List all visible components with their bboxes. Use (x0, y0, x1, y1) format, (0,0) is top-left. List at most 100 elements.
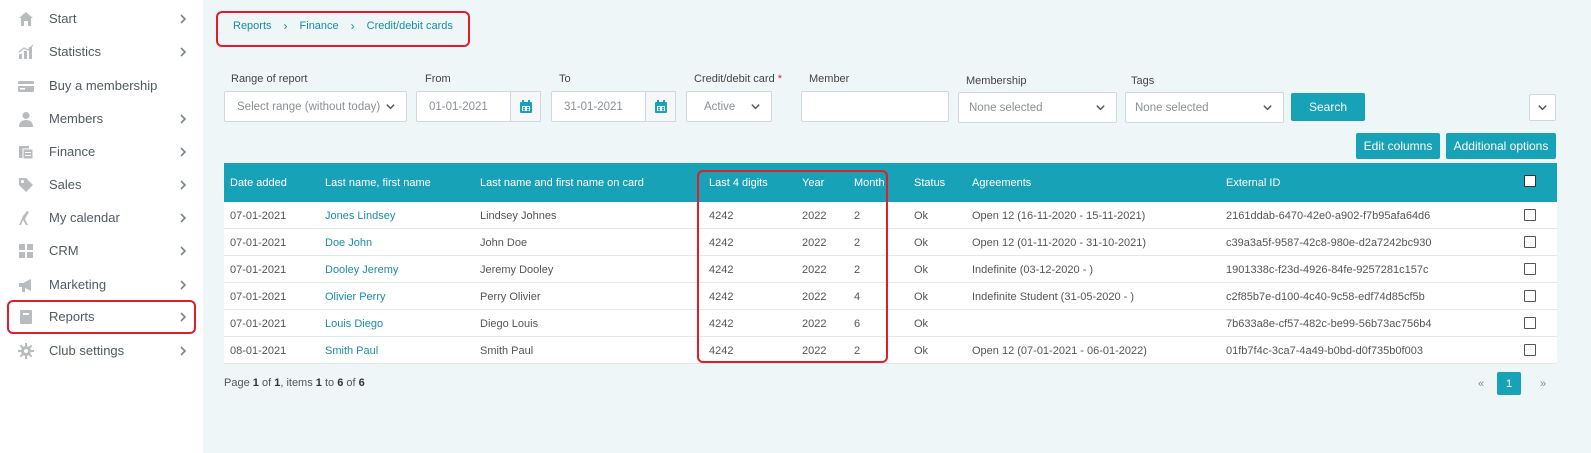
row-checkbox[interactable] (1524, 290, 1536, 302)
edit-columns-button[interactable]: Edit columns (1356, 133, 1440, 159)
sidebar-item-label: Buy a membership (49, 78, 158, 94)
table-cell: 7b633a8e-cf57-482c-be99-56b73ac756b4 (1226, 318, 1432, 330)
table-cell: 07-01-2021 (230, 237, 287, 249)
table-cell: 07-01-2021 (230, 210, 287, 222)
chevron-down-icon (1095, 102, 1106, 113)
column-header[interactable]: Status (914, 177, 945, 189)
row-checkbox[interactable] (1524, 209, 1536, 221)
column-header[interactable]: External ID (1226, 177, 1280, 189)
column-header[interactable]: Last name and first name on card (480, 177, 644, 189)
member-name-link[interactable]: Smith Paul (325, 345, 378, 357)
table-cell: 2022 (802, 318, 827, 330)
column-header[interactable]: Date added (230, 177, 287, 189)
collapse-filters-button[interactable] (1529, 94, 1556, 121)
page-1-button[interactable]: 1 (1497, 372, 1521, 395)
card-status-select[interactable]: Active (686, 91, 772, 122)
table-cell: Ok (914, 264, 929, 276)
chevron-down-icon (750, 101, 761, 112)
calendar-icon (519, 99, 532, 113)
column-header[interactable]: Year (802, 177, 824, 189)
row-checkbox[interactable] (1524, 263, 1536, 275)
table-cell: 2 (854, 345, 861, 357)
member-name-link[interactable]: Dooley Jeremy (325, 264, 398, 276)
to-date-value: 31-01-2021 (564, 100, 623, 113)
tags-select[interactable]: None selected (1125, 92, 1284, 123)
member-name-link[interactable]: Louis Diego (325, 318, 383, 330)
breadcrumb-reports[interactable]: Reports (233, 20, 272, 32)
page-current-number: 1 (252, 377, 259, 389)
items-total: 6 (358, 377, 365, 389)
table-row: 07-01-2021 Dooley Jeremy Jeremy Dooley 4242… (224, 256, 1557, 283)
additional-options-button[interactable]: Additional options (1446, 133, 1556, 159)
table-cell: 07-01-2021 (230, 264, 287, 276)
column-header[interactable]: Last name, first name (325, 177, 431, 189)
row-checkbox[interactable] (1524, 344, 1536, 356)
main-content: Reports › Finance › Credit/debit cards R… (203, 0, 1591, 453)
sidebar-item-buy-a-membership[interactable]: Buy a membership (0, 69, 203, 102)
pagination-summary: Page 1 of 1, items 1 to 6 of 6 (224, 377, 365, 389)
sidebar-item-crm[interactable]: CRM (0, 234, 203, 267)
breadcrumb-finance[interactable]: Finance (300, 20, 339, 32)
to-date-input[interactable]: 31-01-2021 (551, 91, 646, 122)
sidebar-item-marketing[interactable]: Marketing (0, 268, 203, 301)
select-all-checkbox[interactable] (1524, 175, 1536, 187)
sidebar-item-sales[interactable]: Sales (0, 168, 203, 201)
sidebar-item-label: CRM (49, 243, 79, 259)
sidebar-item-statistics[interactable]: Statistics (0, 35, 203, 68)
column-header[interactable]: Month (854, 177, 885, 189)
column-header[interactable]: Last 4 digits (709, 177, 768, 189)
chevron-down-icon (385, 101, 396, 112)
table-cell: 01fb7f4c-3ca7-4a49-b0bd-d0f735b0f003 (1226, 345, 1423, 357)
membership-select[interactable]: None selected (958, 92, 1117, 123)
member-name-link[interactable]: Olivier Perry (325, 291, 386, 303)
member-label: Member (809, 73, 850, 85)
range-select-value: Select range (without today) (237, 100, 381, 113)
card-icon (18, 78, 34, 94)
table-cell: 4242 (709, 264, 734, 276)
search-button[interactable]: Search (1291, 93, 1365, 121)
table-cell: Ok (914, 237, 929, 249)
row-checkbox[interactable] (1524, 236, 1536, 248)
breadcrumb-credit-debit-cards[interactable]: Credit/debit cards (367, 20, 453, 32)
sidebar-item-label: Members (49, 111, 104, 127)
table-cell: John Doe (480, 237, 528, 249)
table-header: Date added Last name, first name Last name… (224, 163, 1557, 202)
from-date-input[interactable]: 01-01-2021 (416, 91, 511, 122)
member-name-link[interactable]: Jones Lindsey (325, 210, 395, 222)
table-cell: Diego Louis (480, 318, 539, 330)
finance-icon (18, 144, 34, 160)
chevron-right-icon: › (350, 19, 355, 33)
of-word-2: of (346, 377, 356, 389)
grid-icon (18, 243, 34, 259)
chevron-right-icon (177, 345, 189, 357)
chevron-right-icon (177, 13, 189, 25)
sidebar-item-my-calendar[interactable]: My calendar (0, 201, 203, 234)
chevron-right-icon (177, 245, 189, 257)
prev-page-button[interactable]: « (1473, 372, 1489, 395)
table-cell: 2022 (802, 291, 827, 303)
sidebar-item-start[interactable]: Start (0, 2, 203, 35)
sidebar-item-club-settings[interactable]: Club settings (0, 334, 203, 367)
table-row: 07-01-2021 Olivier Perry Perry Olivier 4242… (224, 283, 1557, 310)
sidebar-item-members[interactable]: Members (0, 102, 203, 135)
table-cell: Perry Olivier (480, 291, 541, 303)
from-calendar-button[interactable] (510, 91, 541, 122)
chevron-down-icon (1262, 102, 1273, 113)
next-page-button[interactable]: » (1535, 372, 1551, 395)
sidebar-item-finance[interactable]: Finance (0, 135, 203, 168)
row-checkbox[interactable] (1524, 317, 1536, 329)
member-name-link[interactable]: Doe John (325, 237, 372, 249)
to-calendar-button[interactable] (645, 91, 676, 122)
table-cell: 2022 (802, 264, 827, 276)
chevron-right-icon (177, 113, 189, 125)
runner-icon (18, 210, 34, 226)
gear-icon (18, 342, 34, 359)
column-header[interactable]: Agreements (972, 177, 1031, 189)
chevron-down-icon (1538, 105, 1547, 111)
table-cell: 1901338c-f23d-4926-84fe-9257281c157c (1226, 264, 1429, 276)
sidebar-item-reports[interactable]: Reports (0, 300, 203, 333)
table-cell: Ok (914, 210, 929, 222)
member-input[interactable] (801, 91, 949, 122)
table-cell: Ok (914, 291, 929, 303)
range-select[interactable]: Select range (without today) (224, 91, 407, 122)
